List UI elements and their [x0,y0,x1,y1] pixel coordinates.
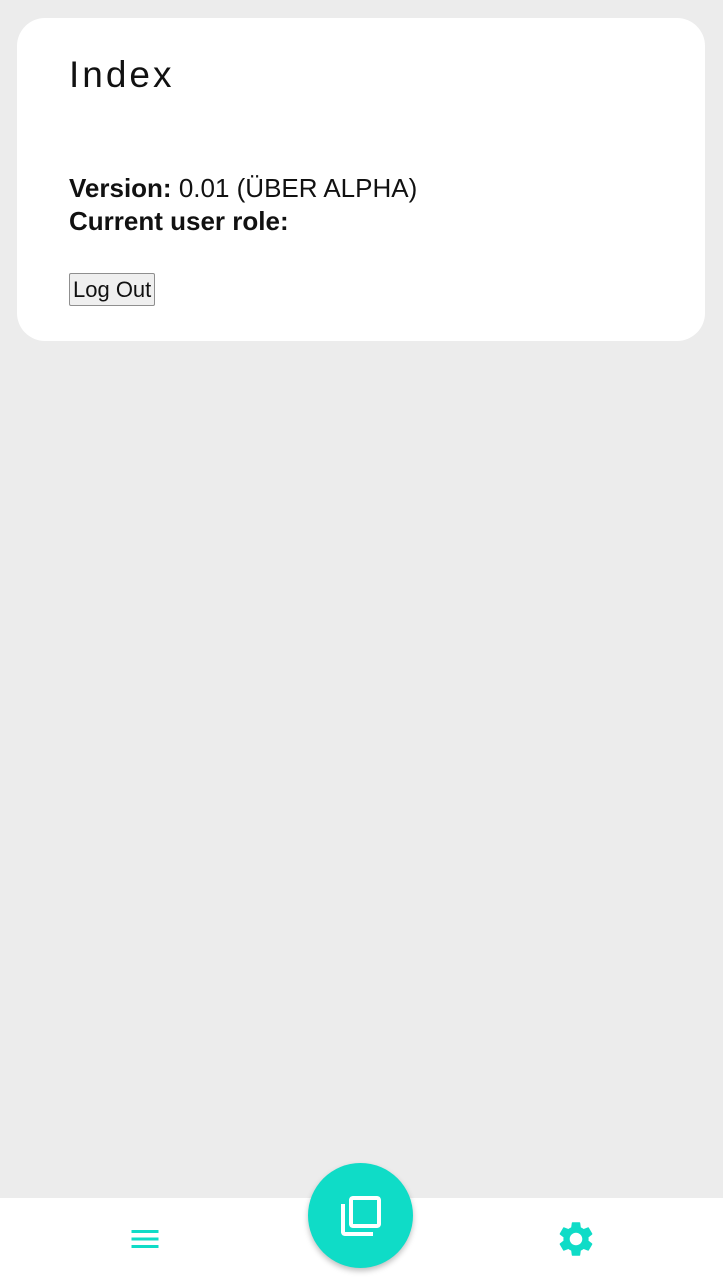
page-title: Index [69,54,175,95]
version-value: 0.01 (ÜBER ALPHA) [171,173,418,203]
log-out-button[interactable]: Log Out [69,273,156,306]
index-card: Index Version: 0.01 (ÜBER ALPHA) Current… [17,18,705,341]
role-label: Current user role: [69,206,289,236]
library-fab-button[interactable] [308,1163,413,1268]
version-label: Version: [69,173,172,203]
version-line: Version: 0.01 (ÜBER ALPHA) [69,172,417,205]
settings-button[interactable] [548,1211,604,1267]
app-info: Version: 0.01 (ÜBER ALPHA) Current user … [69,172,417,238]
menu-icon [131,1230,159,1248]
library-icon [340,1195,381,1236]
menu-button[interactable] [117,1211,173,1267]
role-line: Current user role: [69,205,417,238]
gear-icon [559,1222,593,1256]
